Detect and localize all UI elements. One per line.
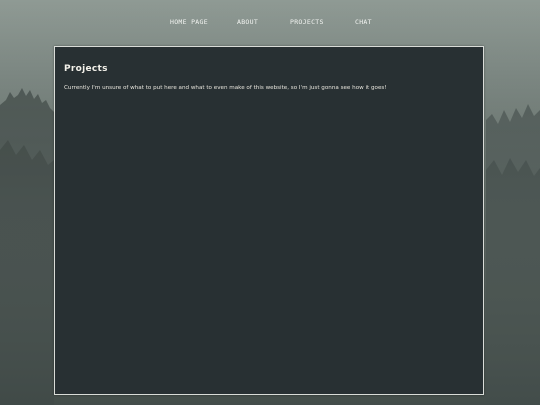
page-title: Projects (64, 64, 108, 74)
content-panel: Projects Currently I'm unsure of what to… (54, 46, 484, 395)
page-body-text: Currently I'm unsure of what to put here… (64, 85, 387, 91)
top-navigation: HOME PAGE ABOUT PROJECTS CHAT (0, 0, 540, 44)
nav-link-projects[interactable]: PROJECTS (290, 18, 324, 26)
nav-link-chat[interactable]: CHAT (355, 18, 372, 26)
nav-link-home-page[interactable]: HOME PAGE (170, 18, 208, 26)
nav-link-about[interactable]: ABOUT (237, 18, 258, 26)
